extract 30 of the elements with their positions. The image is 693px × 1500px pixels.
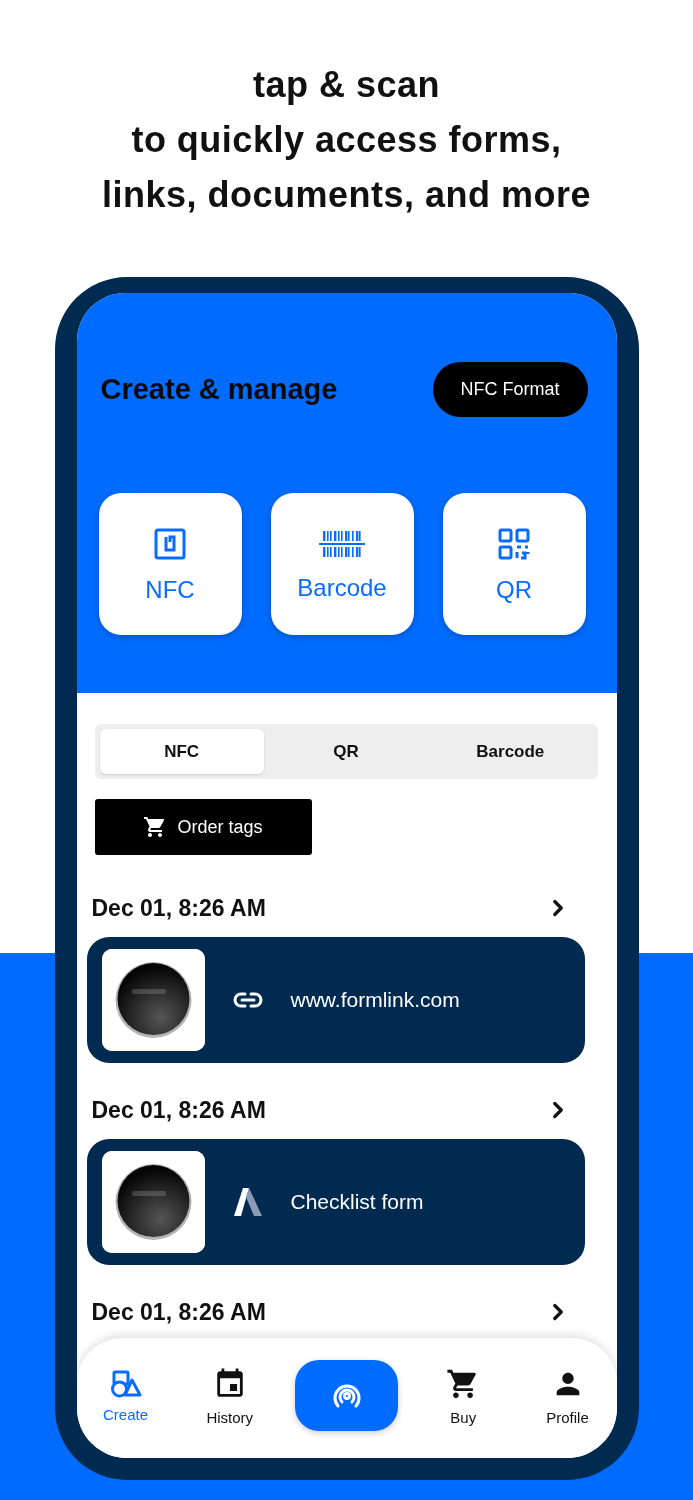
entry-date: Dec 01, 8:26 AM bbox=[91, 893, 266, 923]
form-logo-icon bbox=[232, 1187, 263, 1217]
link-icon bbox=[232, 991, 263, 1009]
segment-tab[interactable]: Barcode bbox=[428, 729, 593, 774]
entry-label: Checklist form bbox=[290, 1189, 424, 1216]
nav-item[interactable]: Profile bbox=[528, 1366, 607, 1430]
entry-date: Dec 01, 8:26 AM bbox=[91, 1095, 266, 1125]
headline: tap & scan bbox=[252, 63, 440, 107]
nfc-tag-icon bbox=[154, 528, 186, 560]
headline: to quickly access forms, bbox=[131, 118, 562, 162]
create-card[interactable]: QR bbox=[442, 493, 586, 635]
entry-label: www.formlink.com bbox=[290, 987, 460, 1014]
qr-code-icon bbox=[498, 528, 530, 560]
create-card[interactable]: Barcode bbox=[270, 493, 414, 635]
entry-card[interactable]: www.formlink.com bbox=[86, 937, 585, 1063]
shapes-icon bbox=[109, 1369, 142, 1398]
nav-item[interactable]: Create bbox=[86, 1369, 165, 1427]
nav-item[interactable]: Buy bbox=[424, 1366, 503, 1430]
entry-card[interactable]: Checklist form bbox=[86, 1139, 585, 1265]
scan-button[interactable] bbox=[295, 1359, 398, 1431]
entry-date: Dec 01, 8:26 AM bbox=[91, 1297, 266, 1327]
segment-tab[interactable]: QR bbox=[263, 729, 429, 774]
nfc-format-button[interactable]: NFC Format bbox=[432, 362, 588, 417]
screen-title: Create & manage bbox=[99, 371, 338, 407]
create-card[interactable]: NFC bbox=[98, 493, 242, 635]
barcode-icon bbox=[319, 530, 365, 558]
headline: links, documents, and more bbox=[101, 173, 592, 217]
segment-tab[interactable]: NFC bbox=[99, 729, 264, 774]
nav-item[interactable]: History bbox=[190, 1366, 269, 1430]
order-tags-button[interactable]: Order tags bbox=[94, 799, 312, 855]
